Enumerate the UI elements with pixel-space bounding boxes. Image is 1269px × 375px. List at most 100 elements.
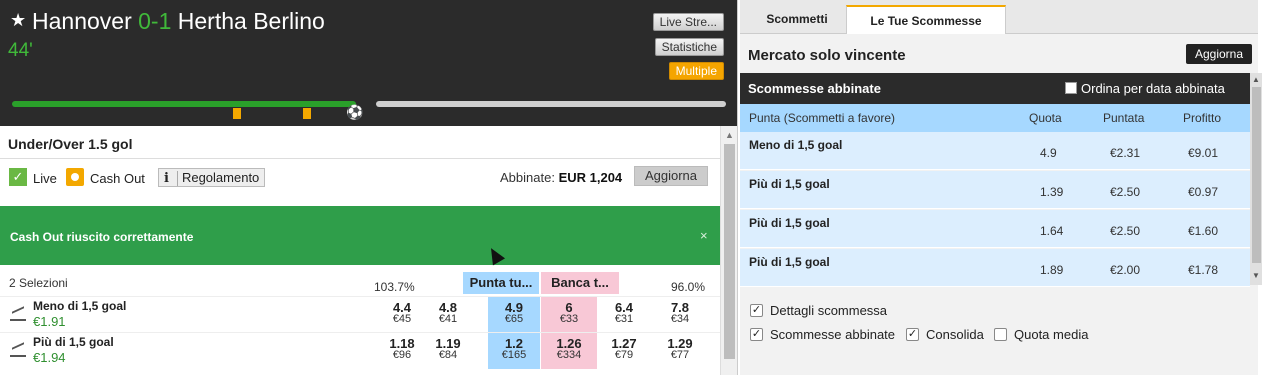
bet-details-checkbox[interactable]: ✓ <box>750 304 763 317</box>
match-timeline-remaining <box>376 101 726 107</box>
live-check-icon: ✓ <box>9 168 27 186</box>
bet-profit: €1.60 <box>1188 224 1219 238</box>
runner-name: Meno di 1,5 goal <box>33 299 127 313</box>
info-icon: i <box>164 171 178 186</box>
runner-row: Più di 1,5 goal €1.94 1.18 €96 1.19 €84 1.… <box>0 332 720 369</box>
cashout-success-message: Cash Out riuscito correttamente <box>10 230 194 244</box>
matched-value: EUR 1,204 <box>558 170 623 185</box>
favourite-star-icon[interactable]: ★ <box>10 10 26 31</box>
best-lay-price[interactable]: 6 €33 <box>541 297 597 333</box>
lay-all-header[interactable]: Banca t... <box>541 272 619 294</box>
match-minute: 44' <box>8 40 33 61</box>
back-all-header[interactable]: Punta tu... <box>463 272 539 294</box>
best-lay-price[interactable]: 1.26 €334 <box>541 333 597 369</box>
back-price-3[interactable]: 4.4 €45 <box>382 297 422 333</box>
bets-column-header: Punta (Scommetti a favore) Quota Puntata… <box>740 104 1250 132</box>
lay-price-2[interactable]: 1.27 €79 <box>604 333 644 369</box>
bet-selection: Più di 1,5 goal <box>749 255 830 269</box>
divider <box>0 158 720 159</box>
column-profit: Profitto <box>1183 111 1222 125</box>
tab-place-bets[interactable]: Scommetti <box>748 5 846 34</box>
rules-label: Regolamento <box>181 170 260 185</box>
match-score: 0-1 <box>138 8 172 34</box>
lay-price-3[interactable]: 1.29 €77 <box>660 333 700 369</box>
tab-my-bets[interactable]: Le Tue Scommesse <box>846 5 1006 34</box>
bet-odds: 1.39 <box>1040 185 1064 199</box>
statistics-button[interactable]: Statistiche <box>654 38 724 56</box>
back-price-2[interactable]: 4.8 €41 <box>428 297 468 333</box>
consolidate-label: Consolida <box>926 327 984 342</box>
scrollbar-thumb[interactable] <box>724 144 735 359</box>
scroll-down-icon[interactable]: ▼ <box>1252 271 1260 280</box>
matched-label: Abbinate: <box>500 170 555 185</box>
betslip-market-title: Mercato solo vincente <box>748 47 906 64</box>
best-back-price[interactable]: 1.2 €165 <box>488 333 540 369</box>
card-event-marker <box>233 108 241 119</box>
bet-selection: Più di 1,5 goal <box>749 177 830 191</box>
runner-name: Più di 1,5 goal <box>33 335 114 349</box>
away-team: Hertha Berlino <box>177 8 325 34</box>
matched-amount: Abbinate: EUR 1,204 <box>500 170 622 185</box>
runner-row: Meno di 1,5 goal €1.91 4.4 €45 4.8 €41 4.9… <box>0 296 720 333</box>
cashout-label: Cash Out <box>90 171 145 186</box>
bet-profit: €0.97 <box>1188 185 1219 199</box>
live-label: Live <box>33 171 57 186</box>
matched-bets-checkbox[interactable]: ✓ <box>750 328 763 341</box>
bet-stake: €2.50 <box>1110 185 1141 199</box>
lay-price-2[interactable]: 6.4 €31 <box>604 297 644 333</box>
bet-profit: €9.01 <box>1188 146 1219 160</box>
scrollbar-thumb[interactable] <box>1252 87 1261 263</box>
market-scrollbar[interactable]: ▲ <box>720 126 737 375</box>
best-back-price[interactable]: 4.9 €65 <box>488 297 540 333</box>
card-event-marker <box>303 108 311 119</box>
cashout-success-banner: Cash Out riuscito correttamente × <box>0 206 720 265</box>
goal-ball-icon: ⚽ <box>346 104 364 120</box>
consolidate-checkbox[interactable]: ✓ <box>906 328 919 341</box>
refresh-button[interactable]: Aggiorna <box>634 166 708 186</box>
column-selection: Punta (Scommetti a favore) <box>749 111 896 125</box>
live-stream-button[interactable]: Live Stre... <box>652 13 724 31</box>
lay-book-percentage: 96.0% <box>671 280 706 294</box>
matched-bets-label: Scommesse abbinate <box>770 327 896 342</box>
match-timeline <box>12 101 356 107</box>
home-team: Hannover <box>32 8 132 34</box>
runner-profit: €1.91 <box>33 314 66 329</box>
app-root: ★ Hannover 0-1 Hertha Berlino 44' Live S… <box>0 0 1269 375</box>
matched-bet-row: Meno di 1,5 goal 4.9 €2.31 €9.01 <box>740 132 1250 170</box>
sort-by-date-checkbox[interactable] <box>1065 82 1077 94</box>
matched-bets-title: Scommesse abbinate <box>748 81 881 96</box>
scroll-up-icon[interactable]: ▲ <box>1252 75 1260 84</box>
back-price-3[interactable]: 1.18 €96 <box>382 333 422 369</box>
bet-stake: €2.31 <box>1110 146 1141 160</box>
average-odds-label: Quota media <box>1014 327 1089 342</box>
rules-button[interactable]: i Regolamento <box>158 168 266 187</box>
bet-selection: Più di 1,5 goal <box>749 216 830 230</box>
my-bets-body: Mercato solo vincente Aggiorna Scommesse… <box>740 34 1262 375</box>
betslip-tabs: Scommetti Le Tue Scommesse <box>740 0 1258 34</box>
market-panel: ★ Hannover 0-1 Hertha Berlino 44' Live S… <box>0 0 738 375</box>
bets-scrollbar[interactable]: ▲ ▼ <box>1250 73 1262 285</box>
scroll-up-icon[interactable]: ▲ <box>725 130 734 140</box>
lay-price-3[interactable]: 7.8 €34 <box>660 297 700 333</box>
column-stake: Puntata <box>1103 111 1145 125</box>
average-odds-checkbox[interactable] <box>994 328 1007 341</box>
bet-odds: 1.64 <box>1040 224 1064 238</box>
bet-stake: €2.50 <box>1110 224 1141 238</box>
sort-by-date-label: Ordina per data abbinata <box>1081 81 1225 96</box>
close-icon[interactable]: × <box>700 228 708 243</box>
price-chart-icon[interactable] <box>10 343 26 357</box>
match-header: ★ Hannover 0-1 Hertha Berlino 44' Live S… <box>0 0 737 126</box>
price-chart-icon[interactable] <box>10 307 26 321</box>
multiple-button[interactable]: Multiple <box>668 62 724 80</box>
betslip-refresh-button[interactable]: Aggiorna <box>1186 44 1252 64</box>
back-price-2[interactable]: 1.19 €84 <box>428 333 468 369</box>
match-title: Hannover 0-1 Hertha Berlino <box>32 8 325 35</box>
matched-bets-header: Scommesse abbinate Ordina per data abbin… <box>740 73 1250 104</box>
back-book-percentage: 103.7% <box>374 280 415 294</box>
selections-count: 2 Selezioni <box>9 276 68 290</box>
matched-bet-row: Più di 1,5 goal 1.89 €2.00 €1.78 <box>740 249 1250 287</box>
bet-odds: 4.9 <box>1040 146 1057 160</box>
matched-bet-row: Più di 1,5 goal 1.39 €2.50 €0.97 <box>740 171 1250 209</box>
matched-bet-row: Più di 1,5 goal 1.64 €2.50 €1.60 <box>740 210 1250 248</box>
cashout-icon <box>66 168 84 186</box>
